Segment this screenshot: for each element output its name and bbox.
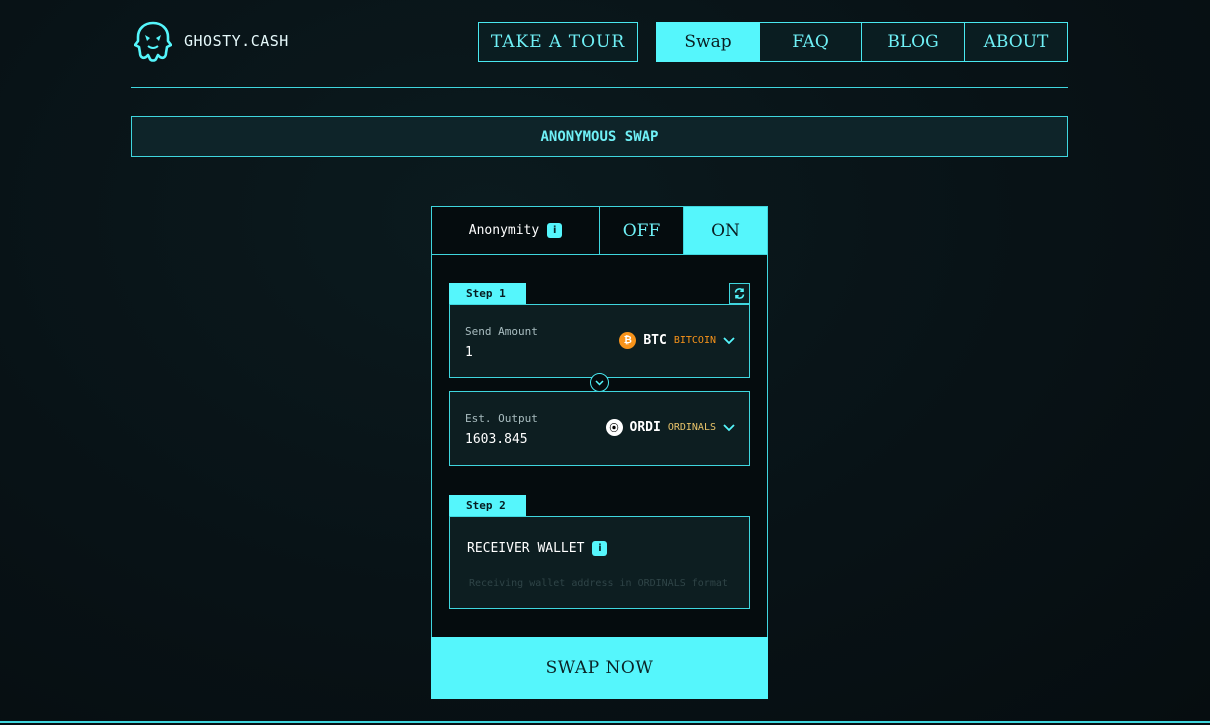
anonymity-toggle: Anonymity i OFF ON xyxy=(432,207,767,255)
send-coin-name: BITCOIN xyxy=(673,335,716,346)
site-header: GHOSTY.CASH TAKE A TOUR Swap FAQ BLOG AB… xyxy=(131,0,1068,88)
swap-card: Anonymity i OFF ON Step 1 Send Amount 1 … xyxy=(431,206,768,699)
logo[interactable]: GHOSTY.CASH xyxy=(134,20,289,62)
bitcoin-icon: ₿ xyxy=(619,332,637,349)
header-divider xyxy=(131,87,1068,88)
take-a-tour-button[interactable]: TAKE A TOUR xyxy=(478,22,638,62)
swap-direction-button[interactable] xyxy=(590,373,609,392)
send-amount-box: Send Amount 1 ₿ BTC BITCOIN xyxy=(449,304,750,378)
refresh-rate-button[interactable] xyxy=(729,283,750,304)
step-1-tab: Step 1 xyxy=(449,283,526,304)
nav-swap-button[interactable]: Swap xyxy=(656,22,760,62)
page-title: ANONYMOUS SWAP xyxy=(540,128,659,145)
page-title-banner: ANONYMOUS SWAP xyxy=(131,116,1068,157)
receiver-wallet-info-icon[interactable]: i xyxy=(592,541,608,556)
send-amount-label: Send Amount xyxy=(465,325,538,338)
nav-faq-button[interactable]: FAQ xyxy=(760,22,862,62)
main-nav: TAKE A TOUR Swap FAQ BLOG ABOUT xyxy=(478,22,1068,62)
swap-now-button[interactable]: SWAP NOW xyxy=(431,637,768,699)
send-coin-symbol: BTC xyxy=(643,333,667,348)
anonymity-label: Anonymity xyxy=(468,223,540,238)
output-coin-selector[interactable]: ⦿ ORDI ORDINALS xyxy=(605,419,735,436)
refresh-icon xyxy=(734,288,745,299)
send-coin-selector[interactable]: ₿ BTC BITCOIN xyxy=(619,332,735,349)
anonymity-off-button[interactable]: OFF xyxy=(600,207,684,254)
nav-about-button[interactable]: ABOUT xyxy=(965,22,1068,62)
nav-blog-button[interactable]: BLOG xyxy=(862,22,965,62)
est-output-value: 1603.845 xyxy=(465,432,528,447)
ghost-logo-icon xyxy=(134,21,172,62)
footer-divider xyxy=(0,721,1210,723)
step-2-tab: Step 2 xyxy=(449,495,526,516)
send-amount-value[interactable]: 1 xyxy=(465,345,473,360)
est-output-label: Est. Output xyxy=(465,412,538,425)
est-output-box: Est. Output 1603.845 ⦿ ORDI ORDINALS xyxy=(449,391,750,466)
receiver-wallet-label: RECEIVER WALLET xyxy=(467,541,585,556)
output-coin-symbol: ORDI xyxy=(629,420,661,435)
anonymity-on-button[interactable]: ON xyxy=(684,207,767,254)
anonymity-info-icon[interactable]: i xyxy=(547,223,563,238)
output-coin-name: ORDINALS xyxy=(667,422,716,433)
receiver-wallet-label-row: RECEIVER WALLET i xyxy=(467,541,608,556)
chevron-down-icon xyxy=(595,379,604,386)
chevron-down-icon xyxy=(723,423,735,431)
brand-name: GHOSTY.CASH xyxy=(184,32,289,50)
chevron-down-icon xyxy=(723,336,735,344)
ordinals-icon: ⦿ xyxy=(605,419,623,436)
receiver-wallet-input[interactable] xyxy=(467,569,737,597)
anonymity-label-cell: Anonymity i xyxy=(432,207,600,254)
receiver-wallet-box: RECEIVER WALLET i xyxy=(449,516,750,609)
